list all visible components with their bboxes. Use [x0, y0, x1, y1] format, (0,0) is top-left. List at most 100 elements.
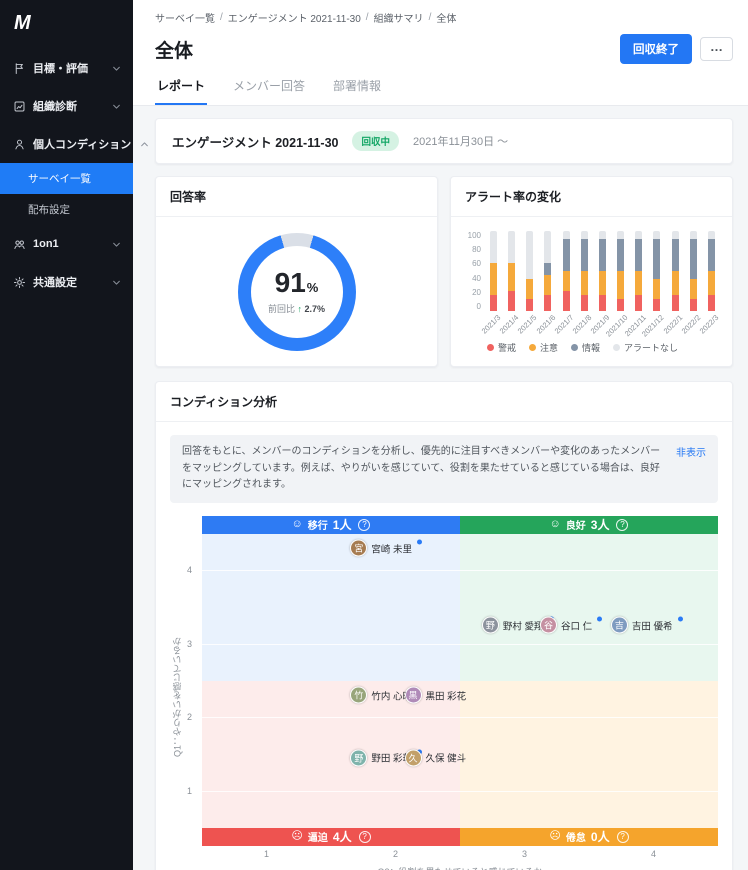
sidebar-item-personal-condition[interactable]: 個人コンディション	[0, 125, 149, 163]
breadcrumb-item[interactable]: 組織サマリ	[374, 10, 424, 25]
x-tick-label: 2021/5	[516, 313, 539, 336]
chevron-down-icon	[110, 238, 123, 251]
tab-report[interactable]: レポート	[155, 77, 208, 105]
legend-item: 情報	[571, 341, 600, 354]
y-tick-label: 4	[187, 565, 193, 576]
quadrant-count: 0人	[590, 830, 610, 844]
smile-face-icon: ☺	[549, 518, 561, 530]
page-header: サーベイ一覧 / エンゲージメント 2021-11-30 / 組織サマリ / 全体 全体 回…	[133, 0, 748, 106]
x-tick-label: 3	[521, 848, 528, 859]
sidebar-item-org-diagnosis[interactable]: 組織診断	[0, 87, 133, 125]
breadcrumb-item[interactable]: エンゲージメント 2021-11-30	[228, 10, 361, 25]
member-marker[interactable]: 黒黒田 彩花	[404, 686, 467, 704]
avatar: 吉	[610, 616, 628, 634]
member-name: 谷口 仁	[560, 621, 593, 633]
stacked-bar	[562, 231, 570, 311]
y-tick-label: 100	[467, 231, 481, 240]
x-tick-label: 4	[650, 848, 657, 859]
tab-department-info[interactable]: 部署情報	[331, 77, 383, 105]
help-icon[interactable]: ?	[616, 830, 629, 843]
breadcrumb: サーベイ一覧 / エンゲージメント 2021-11-30 / 組織サマリ / 全体	[155, 10, 733, 25]
response-rate-value: 91%	[274, 266, 319, 298]
alert-rate-card: アラート率の変化 100 80 60 40 20 0 2021/3 2021/4 2021/5 2…	[450, 176, 733, 367]
quadrant-label: 移行	[307, 521, 328, 532]
main: サーベイ一覧 / エンゲージメント 2021-11-30 / 組織サマリ / 全体 全体 回…	[133, 0, 748, 870]
legend-item: 警戒	[487, 341, 516, 354]
close-collection-button[interactable]: 回収終了	[620, 34, 692, 64]
avatar: 宮	[350, 539, 368, 557]
unread-dot	[416, 539, 422, 545]
x-tick-label: 2021/12	[640, 313, 666, 339]
quadrant-label: 良好	[565, 521, 586, 532]
member-marker[interactable]: 竹竹内 心晴	[350, 686, 412, 704]
sidebar-item-distribution-settings[interactable]: 配布設定	[0, 194, 133, 225]
quadrant-header-bottom-left: ☹ 逼迫 4人 ?	[202, 827, 460, 846]
x-tick-label: 2	[392, 848, 399, 859]
quadrant-count: 3人	[590, 518, 610, 532]
sidebar-item-common-settings[interactable]: 共通設定	[0, 263, 133, 301]
member-name: 久保 健斗	[425, 753, 467, 765]
tab-member-answers[interactable]: メンバー回答	[231, 77, 307, 105]
sidebar-item-survey-list[interactable]: サーベイ一覧	[0, 163, 133, 194]
x-tick-label: 2021/6	[534, 313, 557, 336]
chevron-down-icon	[110, 100, 123, 113]
help-icon[interactable]: ?	[616, 518, 629, 531]
sad-face-icon: ☹	[291, 830, 303, 842]
x-tick-label: 2021/7	[552, 313, 575, 336]
response-rate-compare: 前回比 ↑ 2.7%	[267, 303, 326, 314]
member-marker[interactable]: 宮宮崎 未里	[350, 539, 422, 557]
alert-rate-legend: 警戒 注意 情報 アラートなし	[451, 339, 732, 366]
gridline	[202, 790, 718, 792]
member-name: 黒田 彩花	[425, 691, 467, 703]
quadrant-count: 4人	[332, 830, 352, 844]
chevron-down-icon	[110, 276, 123, 289]
quadrant-label: 逼迫	[307, 833, 328, 844]
quadrant-headers-top: ☺ 移行 1人 ? ☺ 良好 3人 ?	[202, 515, 718, 534]
more-button[interactable]: …	[700, 37, 733, 61]
y-tick-label: 2	[187, 712, 193, 723]
response-rate-title: 回答率	[156, 177, 437, 217]
sidebar-item-goal-evaluation[interactable]: 目標・評価	[0, 49, 133, 87]
gear-icon	[13, 276, 26, 289]
sidebar-item-one-on-one[interactable]: 1on1	[0, 225, 133, 263]
x-tick-label: 2022/2	[679, 313, 703, 336]
sad-face-icon: ☹	[549, 830, 561, 842]
response-rate-card: 回答率 91% 前回比 ↑ 2.7%	[155, 176, 438, 367]
y-tick-label: 40	[472, 273, 481, 283]
response-rate-donut: 91% 前回比 ↑ 2.7%	[237, 232, 356, 351]
x-tick-label: 2021/3	[479, 313, 503, 336]
alert-rate-title: アラート率の変化	[451, 177, 732, 217]
sidebar-nav: 目標・評価 組織診断 個人コンディション サーベイ一覧 配布設定 1on1 共通設定	[0, 49, 149, 301]
condition-map: ☺ 移行 1人 ? ☺ 良好 3人 ? 4 3 2 1 宮 宮崎 未里 野 野村…	[187, 515, 718, 846]
page-title: 全体	[155, 40, 194, 62]
member-name: 吉田 優希	[631, 621, 673, 633]
person-icon	[13, 138, 26, 151]
member-marker[interactable]: 谷谷口 仁	[539, 616, 603, 634]
stacked-bar	[490, 231, 497, 311]
stacked-bar	[707, 231, 715, 311]
help-icon[interactable]: ?	[358, 830, 371, 843]
unread-dot	[677, 616, 683, 622]
up-arrow-icon: ↑	[297, 303, 303, 314]
member-marker[interactable]: 久久保 健斗	[404, 749, 467, 767]
survey-title: エンゲージメント 2021-11-30	[172, 135, 339, 150]
condition-map-area: Q1：やりがいを感じているか ☺ 移行 1人 ? ☺ 良好 3人 ? 4 3 2…	[170, 515, 718, 870]
quadrant-header-bottom-right: ☹ 倦怠 0人 ?	[460, 827, 718, 846]
stacked-bar	[544, 231, 552, 311]
stacked-bar	[508, 231, 516, 311]
quadrant-header-top-right: ☺ 良好 3人 ?	[460, 515, 718, 534]
breadcrumb-item[interactable]: サーベイ一覧	[155, 10, 215, 25]
help-icon[interactable]: ?	[358, 518, 371, 531]
legend-item: 注意	[529, 341, 558, 354]
y-tick-label: 3	[187, 638, 193, 649]
breadcrumb-separator: /	[428, 12, 432, 23]
app-logo[interactable]: M	[0, 0, 133, 49]
org-diagnosis-icon	[13, 100, 26, 113]
gridline	[202, 717, 718, 719]
hide-link[interactable]: 非表示	[676, 444, 706, 494]
quadrant-headers-bottom: ☹ 逼迫 4人 ? ☹ 倦怠 0人 ?	[202, 827, 718, 846]
member-marker[interactable]: 吉吉田 優希	[610, 616, 683, 634]
x-axis-ticks: 1 2 3 4	[202, 849, 718, 862]
condition-analysis-card: コンディション分析 回答をもとに、メンバーのコンディションを分析し、優先的に注目…	[155, 381, 733, 870]
condition-description-box: 回答をもとに、メンバーのコンディションを分析し、優先的に注目すべきメンバーや変化…	[170, 435, 718, 503]
